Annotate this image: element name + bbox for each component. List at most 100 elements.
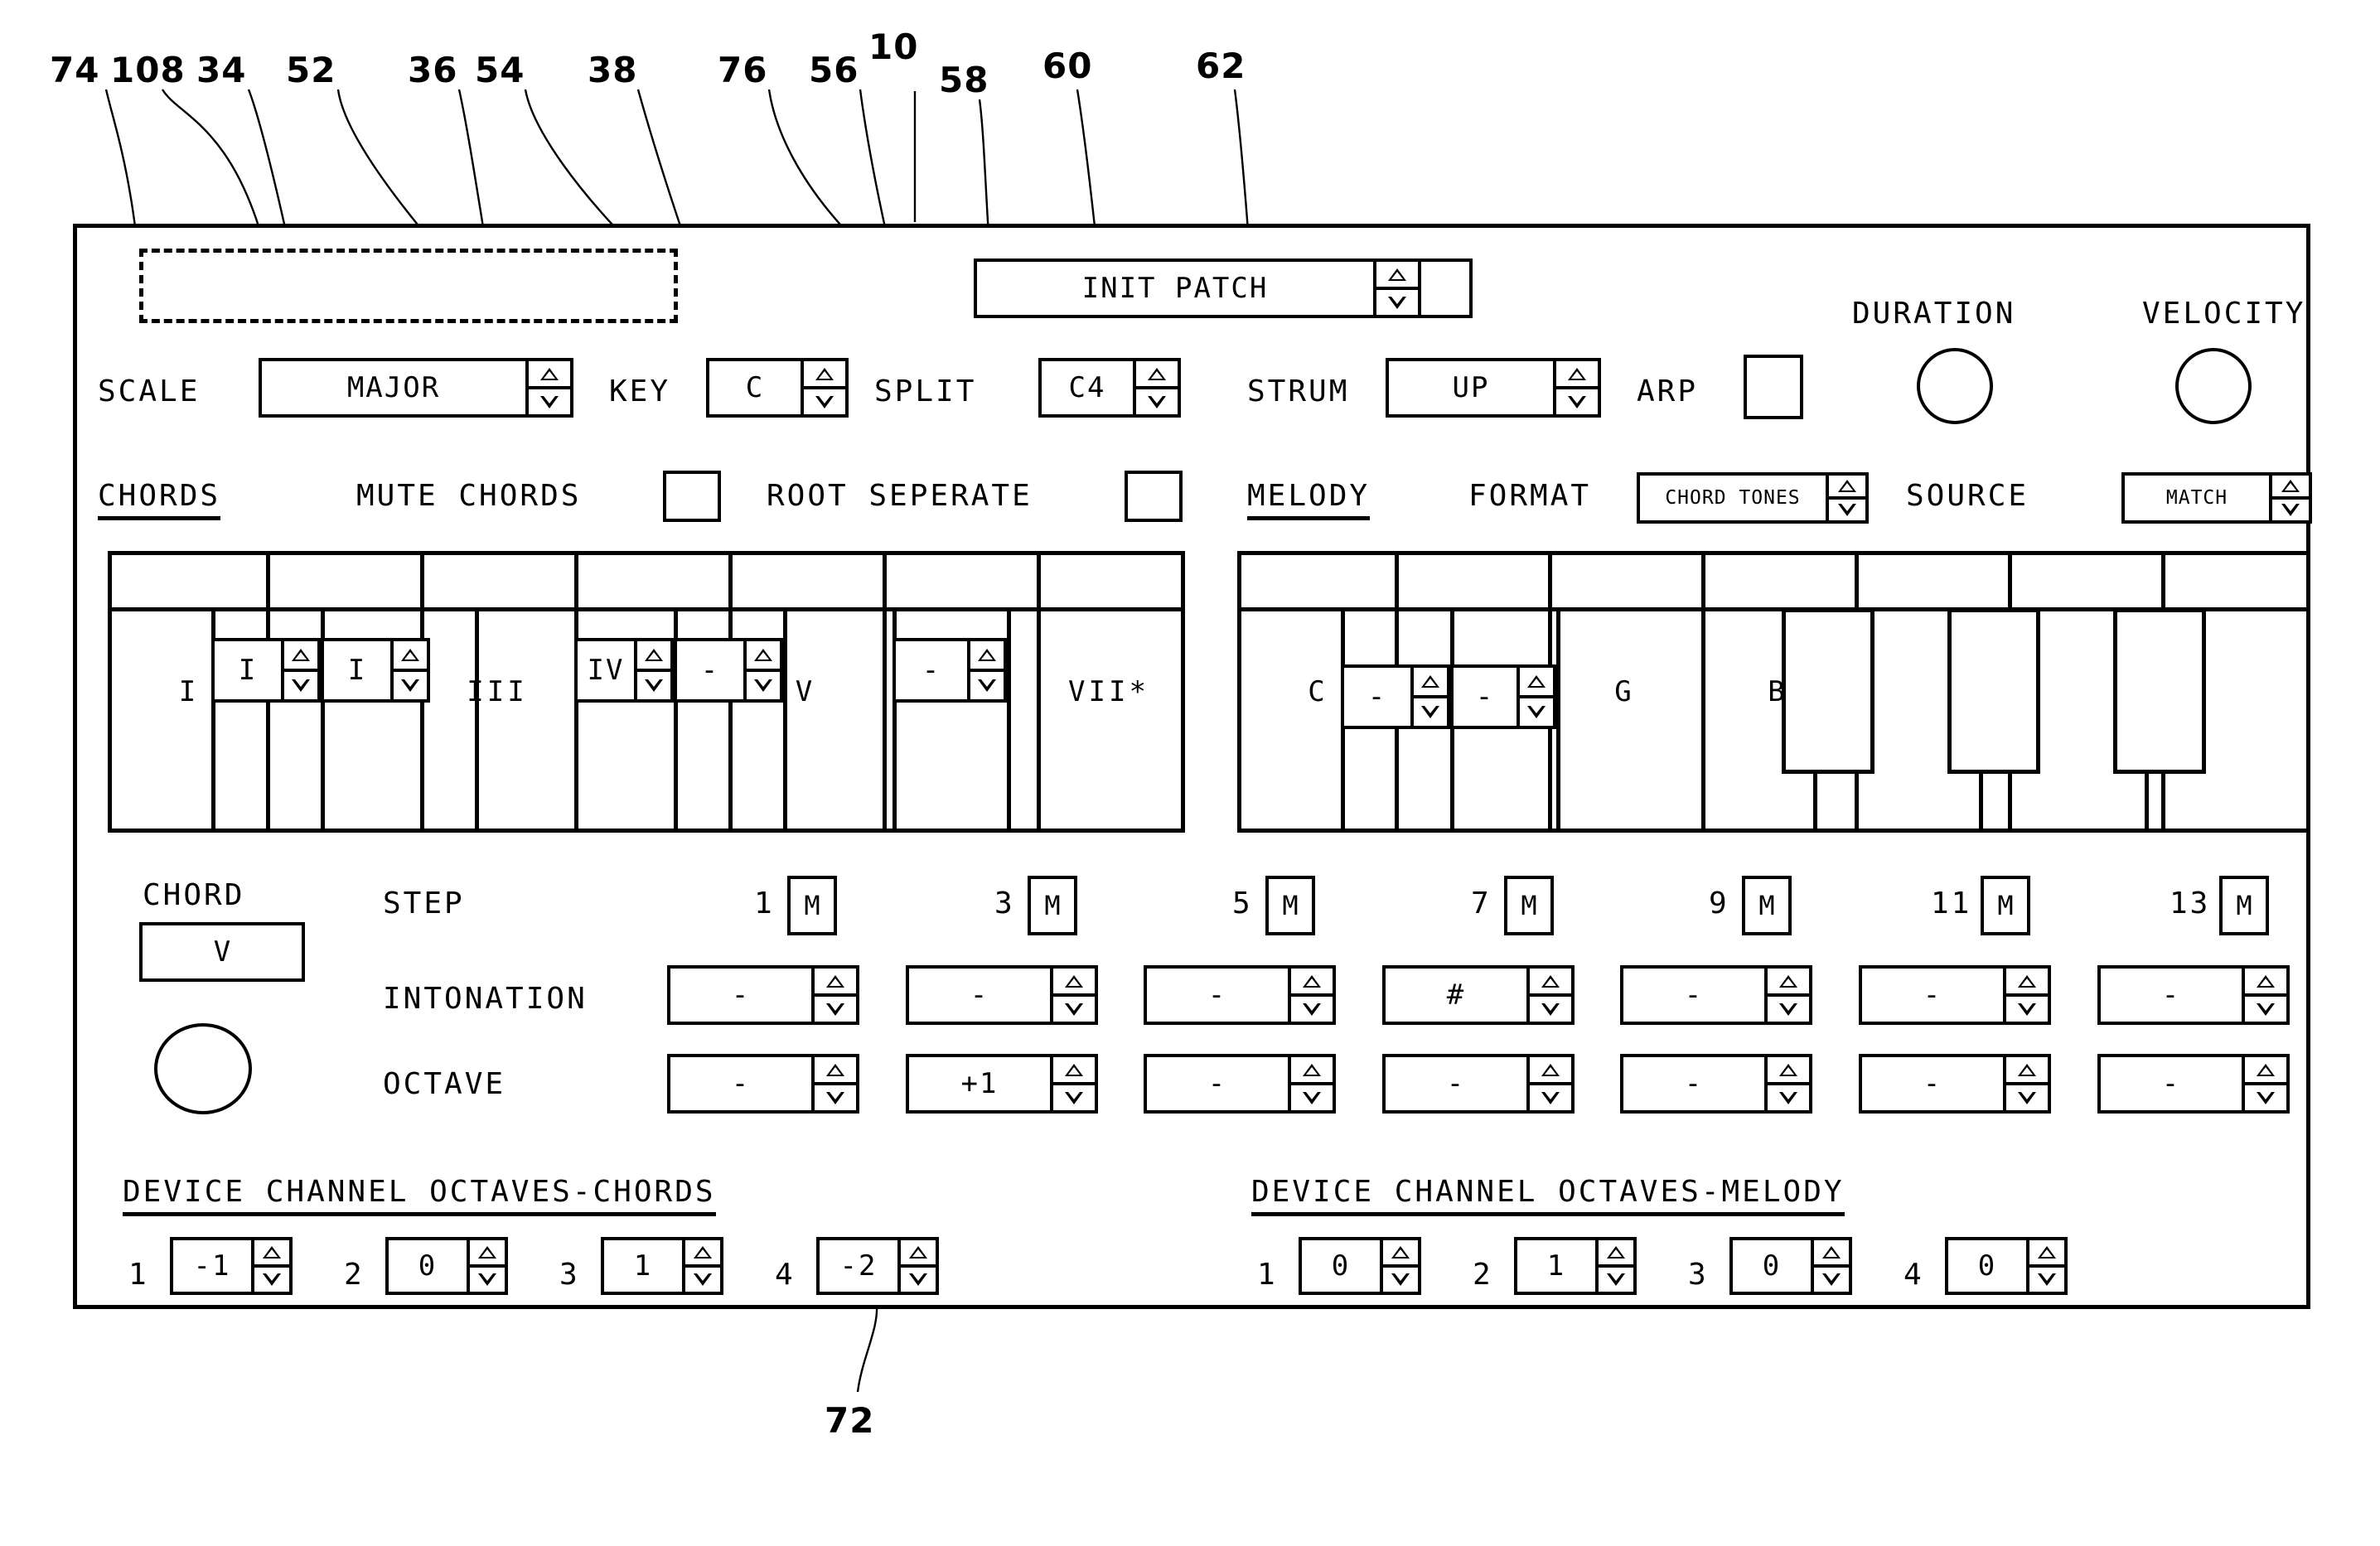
step-9-intonation[interactable]: -	[1620, 965, 1812, 1025]
dc-chords-2-stepper[interactable]	[467, 1240, 505, 1292]
step-9-int-down-icon[interactable]	[1768, 997, 1809, 1022]
step-5-mute-button[interactable]: M	[1265, 876, 1315, 935]
dc-chords-3-field[interactable]: 1	[601, 1237, 723, 1295]
step-9-oct-up-icon[interactable]	[1768, 1057, 1809, 1085]
step-3-oct-down-icon[interactable]	[1053, 1085, 1095, 1110]
source-down-icon[interactable]	[2272, 500, 2309, 520]
dc-melody-3-up-icon[interactable]	[1814, 1240, 1849, 1268]
chord-black-key-5-stepper[interactable]	[743, 641, 780, 699]
step-9-mute-button[interactable]: M	[1742, 876, 1792, 935]
step-5-intonation[interactable]: -	[1144, 965, 1336, 1025]
strum-field[interactable]: UP	[1386, 358, 1601, 418]
chord-bk2-up-icon[interactable]	[394, 641, 427, 672]
dc-chords-3-down-icon[interactable]	[685, 1268, 720, 1292]
source-up-icon[interactable]	[2272, 476, 2309, 500]
dc-chords-1-stepper[interactable]	[251, 1240, 289, 1292]
dc-melody-2-field[interactable]: 1	[1514, 1237, 1637, 1295]
dc-melody-4-stepper[interactable]	[2026, 1240, 2064, 1292]
chord-select-field[interactable]: V	[139, 922, 305, 982]
dc-melody-1-down-icon[interactable]	[1383, 1268, 1418, 1292]
step-13-oct-up-icon[interactable]	[2245, 1057, 2286, 1085]
chord-bk6-up-icon[interactable]	[970, 641, 1004, 672]
dc-chords-1-field[interactable]: -1	[170, 1237, 293, 1295]
source-field[interactable]: MATCH	[2121, 472, 2312, 524]
step-7-oct-down-icon[interactable]	[1530, 1085, 1571, 1110]
dc-melody-3-field[interactable]: 0	[1729, 1237, 1852, 1295]
step-11-int-down-icon[interactable]	[2006, 997, 2048, 1022]
patch-name-field[interactable]: INIT PATCH	[974, 258, 1421, 318]
dc-chords-1-up-icon[interactable]	[254, 1240, 289, 1268]
chord-black-key-5[interactable]: -	[674, 638, 783, 703]
step-1-mute-button[interactable]: M	[787, 876, 837, 935]
step-5-int-down-icon[interactable]	[1291, 997, 1333, 1022]
step-7-oct-up-icon[interactable]	[1530, 1057, 1571, 1085]
step-9-intonation-stepper[interactable]	[1764, 969, 1809, 1022]
dc-chords-3-up-icon[interactable]	[685, 1240, 720, 1268]
step-1-int-down-icon[interactable]	[815, 997, 856, 1022]
patch-up-icon[interactable]	[1376, 262, 1418, 290]
step-7-mute-button[interactable]: M	[1504, 876, 1554, 935]
scale-up-icon[interactable]	[529, 361, 570, 389]
melody-black-key-6[interactable]	[2113, 608, 2206, 774]
melody-black-key-1-stepper[interactable]	[1410, 668, 1447, 726]
step-5-oct-up-icon[interactable]	[1291, 1057, 1333, 1085]
format-stepper[interactable]	[1826, 476, 1865, 520]
step-13-int-down-icon[interactable]	[2245, 997, 2286, 1022]
step-1-oct-up-icon[interactable]	[815, 1057, 856, 1085]
step-13-int-up-icon[interactable]	[2245, 969, 2286, 997]
step-11-intonation[interactable]: -	[1859, 965, 2051, 1025]
dc-chords-4-field[interactable]: -2	[816, 1237, 939, 1295]
step-1-octave-stepper[interactable]	[811, 1057, 856, 1110]
melody-bk1-down-icon[interactable]	[1414, 698, 1447, 726]
chord-black-key-1[interactable]: I	[211, 638, 321, 703]
split-down-icon[interactable]	[1136, 389, 1178, 414]
step-13-intonation[interactable]: -	[2097, 965, 2290, 1025]
dc-chords-4-down-icon[interactable]	[901, 1268, 936, 1292]
source-stepper[interactable]	[2269, 476, 2309, 520]
step-3-int-up-icon[interactable]	[1053, 969, 1095, 997]
step-11-int-up-icon[interactable]	[2006, 969, 2048, 997]
step-11-oct-up-icon[interactable]	[2006, 1057, 2048, 1085]
chord-black-key-4[interactable]: IV	[574, 638, 674, 703]
step-3-octave-stepper[interactable]	[1050, 1057, 1095, 1110]
chord-black-key-1-stepper[interactable]	[281, 641, 317, 699]
chords-keyboard[interactable]: I II III IV V VI VII* I I	[108, 551, 1185, 833]
step-5-int-up-icon[interactable]	[1291, 969, 1333, 997]
melody-keyboard[interactable]: C E G B - -	[1237, 551, 2310, 833]
key-field[interactable]: C	[706, 358, 849, 418]
step-7-octave[interactable]: -	[1382, 1054, 1575, 1114]
dc-melody-2-stepper[interactable]	[1595, 1240, 1633, 1292]
duration-knob[interactable]	[1917, 348, 1993, 424]
key-stepper[interactable]	[801, 361, 845, 414]
chord-black-key-2[interactable]: I	[321, 638, 430, 703]
step-1-octave[interactable]: -	[667, 1054, 859, 1114]
scale-stepper[interactable]	[525, 361, 570, 414]
melody-black-key-4[interactable]	[1782, 608, 1874, 774]
step-13-intonation-stepper[interactable]	[2242, 969, 2286, 1022]
chord-bk6-down-icon[interactable]	[970, 672, 1004, 699]
split-up-icon[interactable]	[1136, 361, 1178, 389]
step-7-octave-stepper[interactable]	[1526, 1057, 1571, 1110]
step-11-octave-stepper[interactable]	[2003, 1057, 2048, 1110]
dc-melody-2-down-icon[interactable]	[1599, 1268, 1633, 1292]
key-down-icon[interactable]	[804, 389, 845, 414]
step-7-int-up-icon[interactable]	[1530, 969, 1571, 997]
chord-bk1-up-icon[interactable]	[284, 641, 317, 672]
dc-melody-3-down-icon[interactable]	[1814, 1268, 1849, 1292]
patch-down-icon[interactable]	[1376, 290, 1418, 315]
chord-bk5-up-icon[interactable]	[747, 641, 780, 672]
step-11-mute-button[interactable]: M	[1981, 876, 2030, 935]
chord-knob[interactable]	[154, 1023, 252, 1114]
chord-bk4-down-icon[interactable]	[637, 672, 670, 699]
scale-down-icon[interactable]	[529, 389, 570, 414]
step-1-intonation-stepper[interactable]	[811, 969, 856, 1022]
dc-melody-4-field[interactable]: 0	[1945, 1237, 2068, 1295]
step-11-octave[interactable]: -	[1859, 1054, 2051, 1114]
dc-melody-1-field[interactable]: 0	[1299, 1237, 1421, 1295]
melody-black-key-2[interactable]: -	[1450, 664, 1556, 729]
dc-chords-2-field[interactable]: 0	[385, 1237, 508, 1295]
split-stepper[interactable]	[1133, 361, 1178, 414]
dc-chords-4-stepper[interactable]	[897, 1240, 936, 1292]
patch-extra-box[interactable]	[1421, 258, 1473, 318]
format-field[interactable]: CHORD TONES	[1637, 472, 1869, 524]
